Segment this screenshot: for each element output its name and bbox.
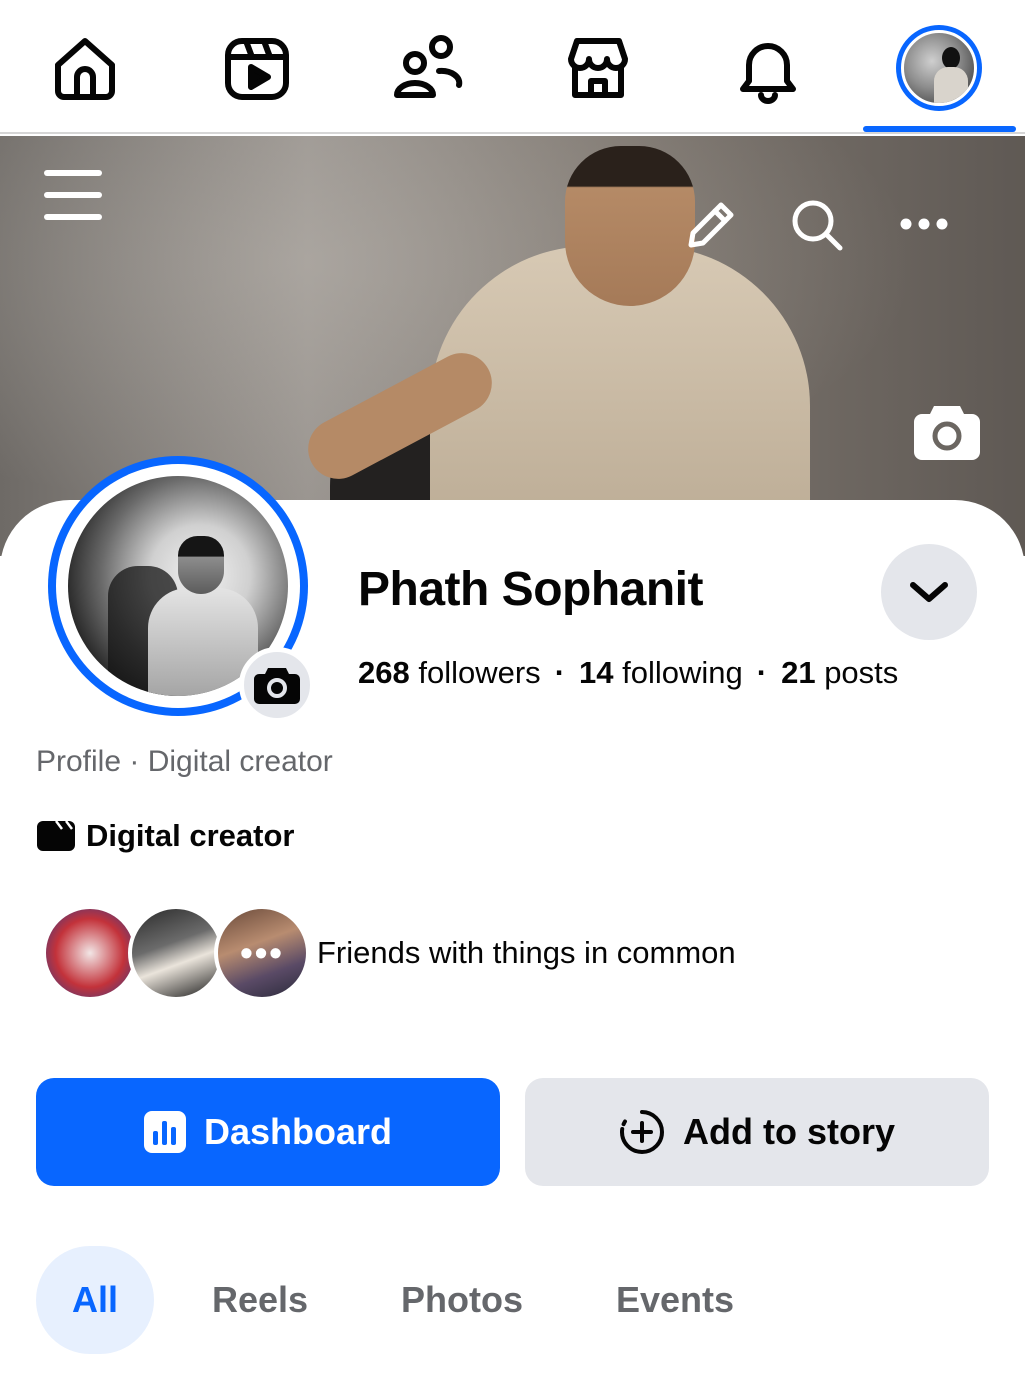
category-label: Digital creator	[86, 818, 295, 853]
add-story-icon	[620, 1110, 664, 1154]
edit-cover-button[interactable]	[680, 194, 742, 256]
bell-icon	[740, 43, 796, 104]
profile-tabs: All Reels Photos Events	[0, 1246, 1025, 1358]
mutual-friends-row[interactable]: ••• Friends with things in common	[42, 905, 782, 1001]
search-button[interactable]	[786, 194, 848, 256]
chevron-down-icon	[910, 582, 948, 602]
friends-icon	[394, 35, 463, 98]
reels-icon	[225, 38, 289, 100]
friend-avatar	[128, 905, 224, 1001]
dashboard-icon	[143, 1111, 186, 1153]
add-to-story-label: Add to story	[683, 1111, 895, 1152]
search-icon	[792, 200, 843, 251]
clapperboard-icon	[37, 820, 75, 851]
tab-all[interactable]: All	[36, 1246, 154, 1354]
marketplace-icon	[568, 38, 628, 98]
tab-events[interactable]: Events	[600, 1246, 750, 1354]
more-options-button[interactable]	[894, 206, 954, 242]
tab-photos[interactable]: Photos	[382, 1246, 542, 1354]
profile-tab[interactable]	[896, 25, 982, 111]
home-tab[interactable]	[45, 28, 125, 108]
reels-tab[interactable]	[217, 28, 297, 108]
camera-icon	[254, 668, 300, 704]
home-icon	[55, 38, 115, 100]
notifications-tab[interactable]	[728, 28, 808, 108]
profile-category: Digital creator	[36, 818, 294, 854]
dashboard-button[interactable]: Dashboard	[36, 1078, 500, 1186]
more-icon	[900, 218, 948, 230]
top-navigation-bar	[0, 0, 1025, 134]
followers-stat[interactable]: 268 followers	[358, 655, 541, 690]
profile-subtitle: Profile · Digital creator	[36, 745, 333, 778]
add-to-story-button[interactable]: Add to story	[525, 1078, 989, 1186]
friends-tab[interactable]	[388, 28, 468, 108]
friend-avatar	[42, 905, 138, 1001]
camera-icon	[914, 406, 980, 460]
friends-in-common-text: Friends with things in common	[317, 935, 736, 970]
pencil-icon	[688, 202, 734, 248]
more-friends-icon: •••	[240, 932, 284, 973]
profile-name: Phath Sophanit	[358, 563, 703, 616]
edit-profile-picture-button[interactable]	[239, 647, 315, 723]
following-stat[interactable]: 14 following	[579, 655, 743, 690]
posts-stat[interactable]: 21 posts	[781, 655, 898, 690]
profile-dropdown-button[interactable]	[881, 544, 977, 640]
friend-avatar: •••	[214, 905, 310, 1001]
active-tab-indicator	[863, 126, 1016, 132]
menu-button[interactable]	[36, 162, 110, 228]
menu-icon	[44, 170, 102, 220]
edit-cover-photo-button[interactable]	[910, 398, 984, 462]
dashboard-label: Dashboard	[203, 1111, 393, 1152]
avatar	[901, 30, 977, 106]
marketplace-tab[interactable]	[558, 28, 638, 108]
tab-reels[interactable]: Reels	[190, 1246, 330, 1354]
profile-stats: 268 followers · 14 following · 21 posts	[358, 655, 899, 690]
